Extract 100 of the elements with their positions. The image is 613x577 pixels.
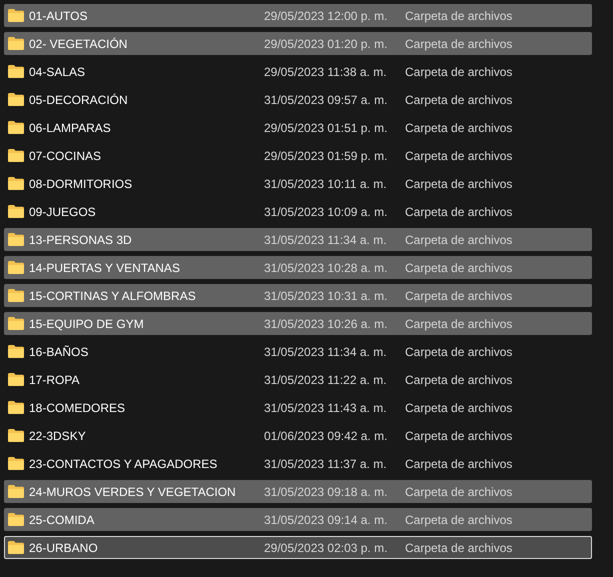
folder-name: 18-COMEDORES bbox=[29, 400, 126, 414]
item-type: Carpeta de archivos bbox=[405, 232, 512, 246]
modified-date: 31/05/2023 10:09 a. m. bbox=[264, 204, 388, 218]
folder-icon bbox=[8, 373, 24, 386]
modified-date: 29/05/2023 12:00 p. m. bbox=[264, 8, 388, 22]
modified-date: 31/05/2023 10:26 a. m. bbox=[264, 316, 388, 330]
modified-date: 31/05/2023 09:18 a. m. bbox=[264, 484, 388, 498]
folder-name: 16-BAÑOS bbox=[29, 344, 90, 358]
modified-date: 31/05/2023 10:31 a. m. bbox=[264, 288, 388, 302]
modified-date: 31/05/2023 10:28 a. m. bbox=[264, 260, 388, 274]
folder-icon bbox=[8, 401, 24, 414]
folder-icon bbox=[8, 457, 24, 470]
folder-name: 04-SALAS bbox=[29, 64, 86, 78]
folder-row[interactable]: 15-CORTINAS Y ALFOMBRAS 31/05/2023 10:31 a. m. Carpeta de archivos bbox=[4, 284, 592, 307]
folder-icon bbox=[8, 429, 24, 442]
folder-row[interactable]: 07-COCINAS 29/05/2023 01:59 p. m. Carpeta de archivos bbox=[4, 144, 592, 167]
item-type: Carpeta de archivos bbox=[405, 540, 512, 554]
item-type: Carpeta de archivos bbox=[405, 456, 512, 470]
item-type: Carpeta de archivos bbox=[405, 372, 512, 386]
folder-icon bbox=[8, 317, 24, 330]
modified-date: 01/06/2023 09:42 a. m. bbox=[264, 428, 388, 442]
folder-icon bbox=[8, 9, 24, 22]
folder-name: 07-COCINAS bbox=[29, 148, 102, 162]
item-type: Carpeta de archivos bbox=[405, 36, 512, 50]
folder-icon bbox=[8, 93, 24, 106]
folder-row[interactable]: 22-3DSKY 01/06/2023 09:42 a. m. Carpeta de archivos bbox=[4, 424, 592, 447]
item-type: Carpeta de archivos bbox=[405, 120, 512, 134]
folder-name: 01-AUTOS bbox=[29, 8, 88, 22]
item-type: Carpeta de archivos bbox=[405, 316, 512, 330]
folder-row[interactable]: 18-COMEDORES 31/05/2023 11:43 a. m. Carpeta de archivos bbox=[4, 396, 592, 419]
item-type: Carpeta de archivos bbox=[405, 260, 512, 274]
folder-icon bbox=[8, 205, 24, 218]
folder-row[interactable]: 16-BAÑOS 31/05/2023 11:34 a. m. Carpeta de archivos bbox=[4, 340, 592, 363]
folder-name: 25-COMIDA bbox=[29, 512, 96, 526]
modified-date: 29/05/2023 11:38 a. m. bbox=[264, 64, 388, 78]
item-type: Carpeta de archivos bbox=[405, 288, 512, 302]
folder-name: 06-LAMPARAS bbox=[29, 120, 112, 134]
folder-row[interactable]: 13-PERSONAS 3D 31/05/2023 11:34 a. m. Carpeta de archivos bbox=[4, 228, 592, 251]
folder-name: 02- VEGETACIÓN bbox=[29, 36, 128, 50]
folder-name: 15-EQUIPO DE GYM bbox=[29, 316, 145, 330]
folder-name: 15-CORTINAS Y ALFOMBRAS bbox=[29, 288, 197, 302]
folder-name: 26-URBANO bbox=[29, 540, 99, 554]
folder-row[interactable]: 15-EQUIPO DE GYM 31/05/2023 10:26 a. m. Carpeta de archivos bbox=[4, 312, 592, 335]
folder-name: 17-ROPA bbox=[29, 372, 80, 386]
folder-icon bbox=[8, 485, 24, 498]
item-type: Carpeta de archivos bbox=[405, 176, 512, 190]
folder-icon bbox=[8, 233, 24, 246]
modified-date: 31/05/2023 11:43 a. m. bbox=[264, 400, 388, 414]
modified-date: 29/05/2023 01:51 p. m. bbox=[264, 120, 388, 134]
folder-row[interactable]: 23-CONTACTOS Y APAGADORES 31/05/2023 11:37 a. m. Carpeta de archivos bbox=[4, 452, 592, 475]
folder-icon bbox=[8, 289, 24, 302]
folder-row[interactable]: 17-ROPA 31/05/2023 11:22 a. m. Carpeta de archivos bbox=[4, 368, 592, 391]
modified-date: 31/05/2023 11:34 a. m. bbox=[264, 232, 388, 246]
modified-date: 31/05/2023 10:11 a. m. bbox=[264, 176, 388, 190]
folder-name: 14-PUERTAS Y VENTANAS bbox=[29, 260, 181, 274]
item-type: Carpeta de archivos bbox=[405, 204, 512, 218]
item-type: Carpeta de archivos bbox=[405, 148, 512, 162]
folder-row[interactable]: 14-PUERTAS Y VENTANAS 31/05/2023 10:28 a. m. Carpeta de archivos bbox=[4, 256, 592, 279]
folder-name: 09-JUEGOS bbox=[29, 204, 97, 218]
folder-name: 13-PERSONAS 3D bbox=[29, 232, 133, 246]
modified-date: 31/05/2023 11:37 a. m. bbox=[264, 456, 388, 470]
folder-name: 05-DECORACIÓN bbox=[29, 92, 129, 106]
item-type: Carpeta de archivos bbox=[405, 400, 512, 414]
modified-date: 31/05/2023 09:57 a. m. bbox=[264, 92, 388, 106]
folder-name: 08-DORMITORIOS bbox=[29, 176, 134, 190]
folder-icon bbox=[8, 541, 24, 554]
folder-row[interactable]: 04-SALAS 29/05/2023 11:38 a. m. Carpeta de archivos bbox=[4, 60, 592, 83]
folder-icon bbox=[8, 177, 24, 190]
modified-date: 29/05/2023 01:59 p. m. bbox=[264, 148, 388, 162]
folder-icon bbox=[8, 65, 24, 78]
item-type: Carpeta de archivos bbox=[405, 428, 512, 442]
item-type: Carpeta de archivos bbox=[405, 92, 512, 106]
item-type: Carpeta de archivos bbox=[405, 344, 512, 358]
modified-date: 31/05/2023 11:34 a. m. bbox=[264, 344, 388, 358]
item-type: Carpeta de archivos bbox=[405, 64, 512, 78]
folder-row[interactable]: 01-AUTOS 29/05/2023 12:00 p. m. Carpeta de archivos bbox=[4, 4, 592, 27]
modified-date: 29/05/2023 02:03 p. m. bbox=[264, 540, 388, 554]
modified-date: 31/05/2023 11:22 a. m. bbox=[264, 372, 388, 386]
modified-date: 31/05/2023 09:14 a. m. bbox=[264, 512, 388, 526]
item-type: Carpeta de archivos bbox=[405, 484, 512, 498]
folder-icon bbox=[8, 149, 24, 162]
folder-icon bbox=[8, 261, 24, 274]
folder-icon bbox=[8, 121, 24, 134]
modified-date: 29/05/2023 01:20 p. m. bbox=[264, 36, 388, 50]
folder-row[interactable]: 05-DECORACIÓN 31/05/2023 09:57 a. m. Carpeta de archivos bbox=[4, 88, 592, 111]
folder-icon bbox=[8, 345, 24, 358]
folder-row[interactable]: 09-JUEGOS 31/05/2023 10:09 a. m. Carpeta de archivos bbox=[4, 200, 592, 223]
folder-row[interactable]: 24-MUROS VERDES Y VEGETACION 31/05/2023 09:18 a. m. Carpeta de archivos bbox=[4, 480, 592, 503]
folder-name: 22-3DSKY bbox=[29, 428, 87, 442]
folder-icon bbox=[8, 37, 24, 50]
folder-row[interactable]: 25-COMIDA 31/05/2023 09:14 a. m. Carpeta de archivos bbox=[4, 508, 592, 531]
folder-row[interactable]: 26-URBANO 29/05/2023 02:03 p. m. Carpeta de archivos bbox=[4, 536, 592, 559]
item-type: Carpeta de archivos bbox=[405, 8, 512, 22]
folder-row[interactable]: 06-LAMPARAS 29/05/2023 01:51 p. m. Carpeta de archivos bbox=[4, 116, 592, 139]
folder-icon bbox=[8, 513, 24, 526]
folder-row[interactable]: 02- VEGETACIÓN 29/05/2023 01:20 p. m. Carpeta de archivos bbox=[4, 32, 592, 55]
folder-row[interactable]: 08-DORMITORIOS 31/05/2023 10:11 a. m. Carpeta de archivos bbox=[4, 172, 592, 195]
folder-name: 24-MUROS VERDES Y VEGETACION bbox=[29, 484, 237, 498]
folder-name: 23-CONTACTOS Y APAGADORES bbox=[29, 456, 218, 470]
item-type: Carpeta de archivos bbox=[405, 512, 512, 526]
